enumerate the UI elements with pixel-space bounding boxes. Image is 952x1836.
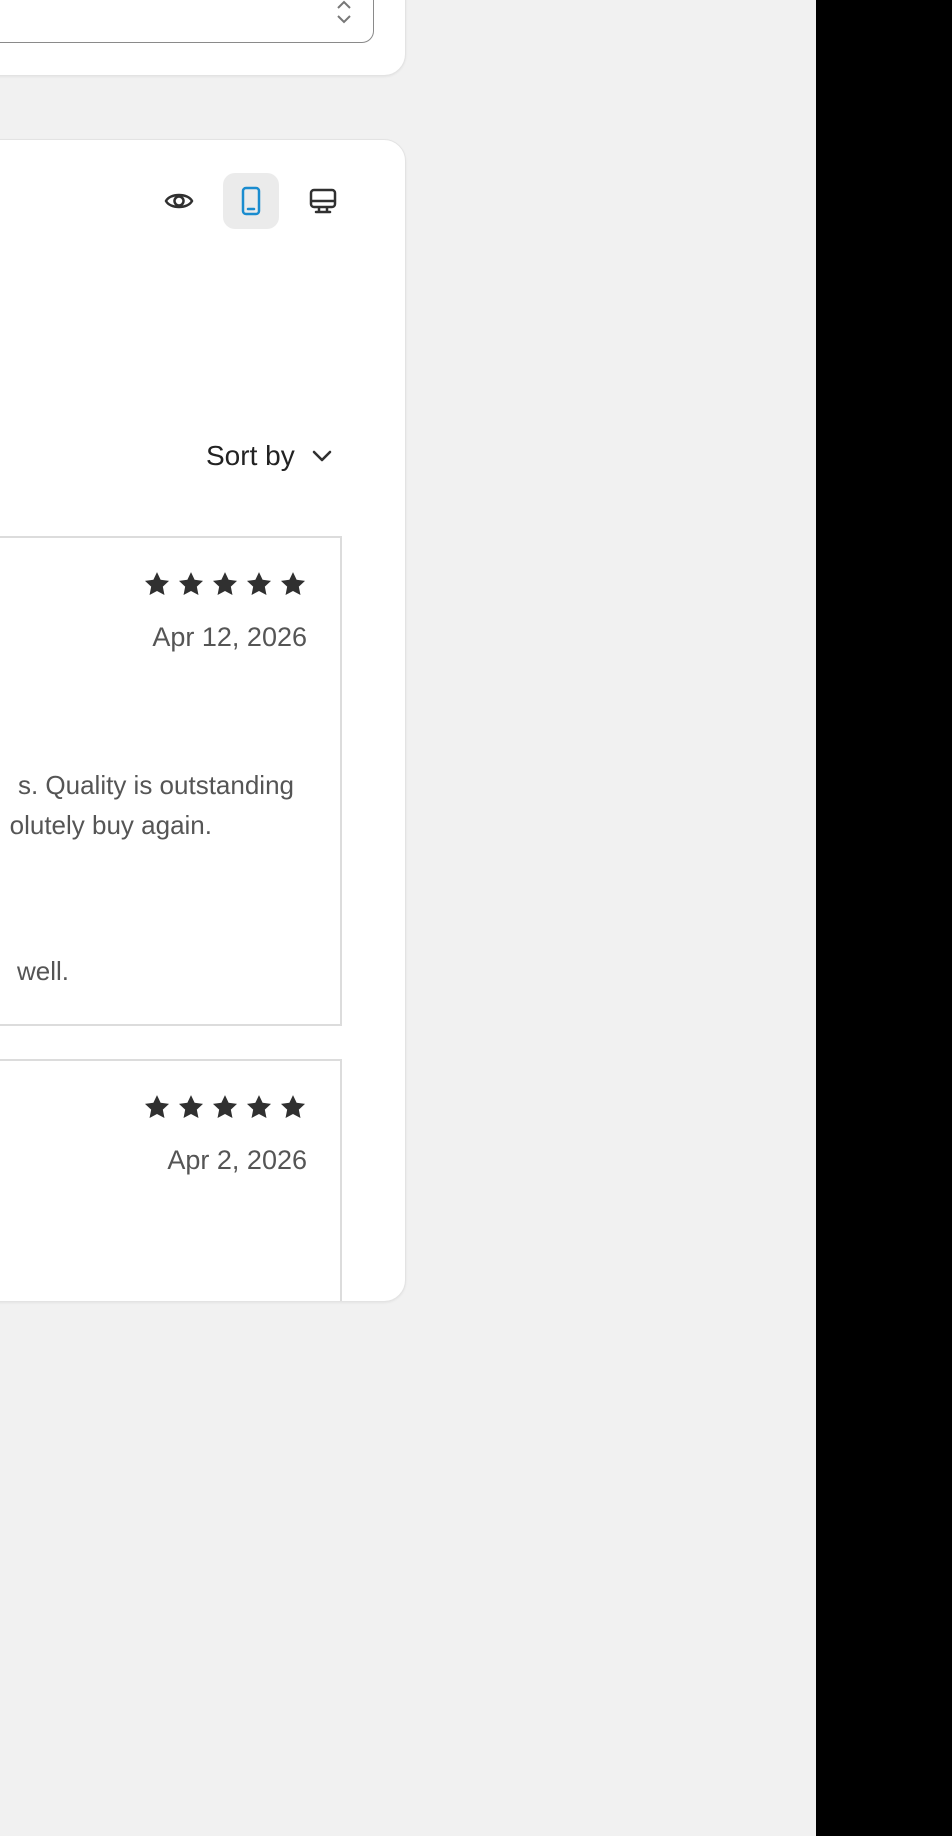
star-icon bbox=[280, 572, 306, 595]
review-date: Apr 2, 2026 bbox=[167, 1145, 307, 1175]
select-chevrons-icon bbox=[337, 0, 351, 24]
star-icon bbox=[212, 572, 238, 595]
star-icon bbox=[144, 572, 170, 595]
offscreen-area bbox=[816, 0, 952, 1836]
star-icon bbox=[178, 572, 204, 595]
desktop-icon bbox=[309, 188, 337, 214]
review-date: Apr 12, 2026 bbox=[152, 622, 307, 652]
sort-by-label: Sort by bbox=[206, 440, 295, 471]
select-dropdown[interactable] bbox=[0, 0, 374, 43]
review-body-line: well. bbox=[16, 956, 69, 986]
review-card: Apr 12, 2026 s. Quality is outstanding o… bbox=[0, 536, 342, 1026]
star-rating bbox=[143, 570, 307, 598]
chevron-down-icon bbox=[312, 450, 332, 462]
mobile-icon bbox=[241, 186, 261, 216]
star-icon bbox=[246, 572, 272, 595]
star-icon bbox=[280, 1095, 306, 1118]
star-icon bbox=[212, 1095, 238, 1118]
star-icon bbox=[178, 1095, 204, 1118]
star-icon bbox=[144, 1095, 170, 1118]
mobile-view-button[interactable] bbox=[223, 173, 279, 229]
sort-by-dropdown[interactable]: Sort by bbox=[206, 440, 333, 472]
star-rating bbox=[143, 1093, 307, 1121]
review-body-line: s. Quality is outstanding bbox=[17, 770, 294, 800]
desktop-view-button[interactable] bbox=[295, 173, 351, 229]
preview-button[interactable] bbox=[151, 173, 207, 229]
review-body-line: olutely buy again. bbox=[9, 810, 212, 840]
review-card: Apr 2, 2026 bbox=[0, 1059, 342, 1301]
star-icon bbox=[246, 1095, 272, 1118]
eye-icon bbox=[164, 193, 194, 209]
reviews-preview-card: Sort by Apr 12, 2026 s. Quality is outst… bbox=[0, 139, 406, 1302]
